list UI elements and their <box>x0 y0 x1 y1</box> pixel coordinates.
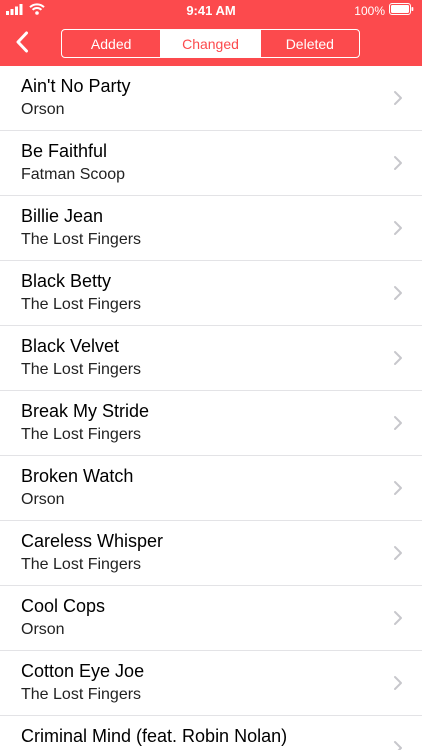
segmented-control: Added Changed Deleted <box>61 29 360 58</box>
chevron-right-icon <box>393 415 403 431</box>
battery-percentage: 100% <box>354 4 385 18</box>
song-artist: The Lost Fingers <box>21 556 142 573</box>
status-bar: 9:41 AM 100% <box>0 0 422 22</box>
chevron-right-icon <box>393 155 403 171</box>
chevron-left-icon <box>15 31 29 58</box>
song-title: Careless Whisper <box>21 531 164 551</box>
nav-bar: Added Changed Deleted <box>0 22 422 66</box>
list-item[interactable]: Black Betty The Lost Fingers <box>0 261 422 326</box>
song-artist: The Lost Fingers <box>21 231 142 248</box>
list-item[interactable]: Black Velvet The Lost Fingers <box>0 326 422 391</box>
song-artist: Fatman Scoop <box>21 166 126 183</box>
chevron-right-icon <box>393 480 403 496</box>
song-artist: Orson <box>21 101 65 118</box>
song-title: Criminal Mind (feat. Robin Nolan) <box>21 726 288 746</box>
header: 9:41 AM 100% Added Changed Deleted <box>0 0 422 66</box>
list-item[interactable]: Cool Cops Orson <box>0 586 422 651</box>
song-list: Ain't No Party Orson Be Faithful Fatman … <box>0 66 422 750</box>
chevron-right-icon <box>393 675 403 691</box>
list-item[interactable]: Break My Stride The Lost Fingers <box>0 391 422 456</box>
list-item[interactable]: Ain't No Party Orson <box>0 66 422 131</box>
list-item[interactable]: Broken Watch Orson <box>0 456 422 521</box>
chevron-right-icon <box>393 90 403 106</box>
song-title: Cotton Eye Joe <box>21 661 145 681</box>
song-artist: The Lost Fingers <box>21 296 142 313</box>
chevron-right-icon <box>393 610 403 626</box>
battery-icon <box>389 2 414 20</box>
song-title: Broken Watch <box>21 466 134 486</box>
song-title: Black Velvet <box>21 336 120 356</box>
status-right: 100% <box>354 3 414 19</box>
chevron-right-icon <box>393 545 403 561</box>
chevron-right-icon <box>393 220 403 236</box>
song-artist: The Lost Fingers <box>21 426 142 443</box>
song-title: Be Faithful <box>21 141 108 161</box>
song-artist: The Lost Fingers <box>21 361 142 378</box>
song-artist: Orson <box>21 491 65 508</box>
back-button[interactable] <box>6 28 38 60</box>
segment-added[interactable]: Added <box>62 30 160 57</box>
song-title: Black Betty <box>21 271 112 291</box>
song-title: Cool Cops <box>21 596 106 616</box>
song-title: Ain't No Party <box>21 76 131 96</box>
song-title: Billie Jean <box>21 206 104 226</box>
list-item[interactable]: Cotton Eye Joe The Lost Fingers <box>0 651 422 716</box>
list-item[interactable]: Careless Whisper The Lost Fingers <box>0 521 422 586</box>
chevron-right-icon <box>393 285 403 301</box>
chevron-right-icon <box>393 350 403 366</box>
list-item[interactable]: Billie Jean The Lost Fingers <box>0 196 422 261</box>
segment-deleted[interactable]: Deleted <box>259 30 359 57</box>
segment-changed[interactable]: Changed <box>160 30 260 57</box>
song-artist: Orson <box>21 621 65 638</box>
list-item[interactable]: Criminal Mind (feat. Robin Nolan) <box>0 716 422 750</box>
chevron-right-icon <box>393 740 403 750</box>
list-item[interactable]: Be Faithful Fatman Scoop <box>0 131 422 196</box>
song-artist: The Lost Fingers <box>21 686 142 703</box>
song-title: Break My Stride <box>21 401 150 421</box>
